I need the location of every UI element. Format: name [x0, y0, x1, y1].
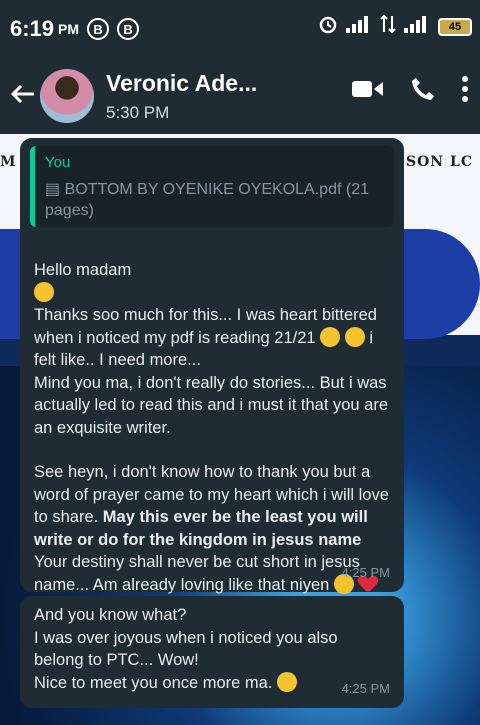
message-text: I was over joyous when i noticed you als… [34, 628, 338, 670]
message-text: Your destiny shall never be cut short in… [34, 551, 390, 596]
message-line: Your destiny shall never be cut short in… [34, 553, 360, 594]
message-text: And you know what? [34, 606, 187, 624]
status-time: 6:19 [10, 16, 55, 41]
last-seen: 5:30 PM [106, 102, 170, 122]
contact-info[interactable]: Veronic Ade... 5:30 PM [106, 70, 257, 123]
message-text: Nice to meet you once more ma. [34, 671, 390, 695]
alarm-icon [318, 14, 338, 39]
status-ampm: PM [58, 21, 80, 37]
battery-icon: 45 [438, 17, 472, 36]
quote-author: You [45, 154, 71, 171]
message-time: 4:25 PM [341, 680, 390, 696]
notification-b-circle-icon: B [117, 18, 140, 40]
wallpaper-text-right: SON LC [406, 154, 473, 170]
back-arrow-icon[interactable] [10, 80, 36, 112]
quoted-message[interactable]: You ▤ BOTTOM BY OYENIKE OYEKOLA.pdf (21 … [30, 146, 394, 227]
document-icon: ▤ [45, 180, 61, 198]
weary-face-emoji-icon [34, 281, 54, 302]
signal-2-icon [404, 15, 430, 38]
video-call-icon[interactable] [352, 78, 384, 105]
message-time: 4:25 PM [341, 564, 390, 580]
wallpaper-text-left: M [0, 154, 16, 170]
message-text: Thanks soo much for this... I was heart … [34, 304, 390, 372]
contact-name[interactable]: Veronic Ade... [106, 70, 257, 97]
voice-call-icon[interactable] [410, 76, 436, 107]
message-bubble[interactable]: You ▤ BOTTOM BY OYENIKE OYEKOLA.pdf (21 … [20, 138, 404, 616]
message-text: Hello madam [34, 237, 390, 305]
header-actions [352, 76, 468, 107]
quote-document-name: BOTTOM BY OYENIKE OYEKOLA.pdf (21 pages) [45, 180, 369, 219]
signal-icon [346, 15, 372, 38]
wallpaper-shape-right [398, 229, 480, 339]
chat-header: Veronic Ade... 5:30 PM [0, 58, 480, 134]
status-bar: 6:19 PM B B 45 [0, 0, 480, 58]
message-text: See heyn, i don't know how to thank you … [34, 461, 390, 551]
status-icons: 45 [318, 14, 472, 39]
message-line: Hello madam [34, 261, 132, 279]
more-options-icon[interactable] [462, 76, 468, 107]
data-arrows-icon [380, 14, 396, 39]
smiling-face-with-hearts-emoji-icon [277, 671, 298, 692]
pleading-face-emoji-icon [344, 326, 365, 347]
message-text: Mind you ma, i don't really do stories..… [34, 373, 389, 437]
notification-b-icon: B [87, 18, 110, 40]
avatar[interactable] [40, 69, 94, 123]
message-bubble[interactable]: And you know what? I was over joyous whe… [20, 596, 404, 708]
message-line: Nice to meet you once more ma. [34, 673, 273, 692]
quote-document: ▤ BOTTOM BY OYENIKE OYEKOLA.pdf (21 page… [45, 179, 384, 221]
sad-face-emoji-icon [320, 326, 341, 347]
